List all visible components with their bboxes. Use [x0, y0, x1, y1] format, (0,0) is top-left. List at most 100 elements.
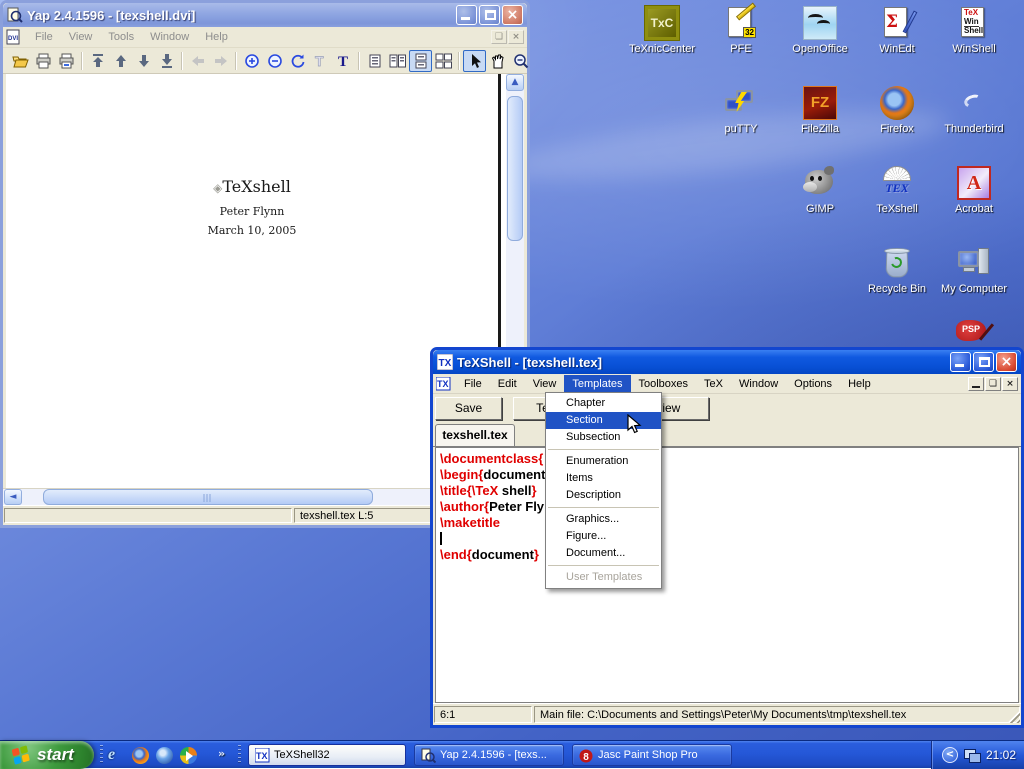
scroll-up-button[interactable]: ▲: [506, 74, 524, 91]
hand-tool-icon[interactable]: [486, 50, 509, 72]
mouse-cursor: [626, 414, 644, 434]
texshell-mdi-restore-button[interactable]: ❏: [985, 377, 1001, 391]
view-continuous-icon[interactable]: [409, 50, 432, 72]
texshell-menu-edit[interactable]: Edit: [490, 375, 525, 393]
texshell-menu-options[interactable]: Options: [786, 375, 840, 393]
texshell-maximize-button[interactable]: [973, 352, 994, 372]
desktop-icon-winedt[interactable]: ΣWinEdt: [859, 6, 935, 55]
editor-line-7[interactable]: \end{document}: [440, 547, 1018, 563]
scroll-left-button[interactable]: ◄: [4, 489, 22, 505]
desktop-icon-firefox[interactable]: Firefox: [859, 86, 935, 135]
zoom-out-icon[interactable]: [263, 50, 286, 72]
start-button[interactable]: start: [0, 741, 94, 769]
yap-menu-file[interactable]: File: [27, 28, 61, 46]
save-button[interactable]: Save: [435, 397, 502, 420]
desktop-icon-winshell[interactable]: TeXWinShellWinShell: [936, 6, 1012, 55]
desktop-icon-putty[interactable]: puTTY: [703, 86, 779, 135]
page-next-icon[interactable]: [132, 50, 155, 72]
yap-minimize-button[interactable]: [456, 5, 477, 25]
view-continuous-double-icon[interactable]: [432, 50, 455, 72]
desktop-icon-pfe[interactable]: 32PFE: [703, 6, 779, 55]
texshell-minimize-button[interactable]: [950, 352, 971, 372]
texshell-close-button[interactable]: ×: [996, 352, 1017, 372]
text-mode-icon[interactable]: T: [332, 50, 355, 72]
open-icon[interactable]: [9, 50, 32, 72]
yap-menu-help[interactable]: Help: [197, 28, 236, 46]
desktop-icon-recyclebin[interactable]: Recycle Bin: [859, 246, 935, 295]
editor-line-2[interactable]: \begin{document}: [440, 467, 1018, 483]
quicklaunch-media-player-icon[interactable]: [180, 747, 197, 764]
yap-menu-tools[interactable]: Tools: [100, 28, 142, 46]
desktop-icon-mycomputer[interactable]: My Computer: [936, 246, 1012, 295]
texshell-menu-tex[interactable]: TeX: [696, 375, 731, 393]
desktop-icon-acrobat[interactable]: AAcrobat: [936, 166, 1012, 215]
vertical-scroll-thumb[interactable]: [507, 96, 523, 241]
menu-item-document[interactable]: Document...: [546, 545, 661, 562]
texshell-menu-window[interactable]: Window: [731, 375, 786, 393]
print-page-icon[interactable]: [55, 50, 78, 72]
yap-menu-view[interactable]: View: [61, 28, 101, 46]
tab-texshell-tex[interactable]: texshell.tex: [435, 424, 515, 447]
taskbar-divider[interactable]: [238, 745, 241, 765]
texshell-editor[interactable]: \documentclass{\begin{document}\title{\T…: [435, 447, 1019, 703]
texshell-menu-file[interactable]: File: [456, 375, 490, 393]
resize-grip[interactable]: [1007, 710, 1020, 723]
view-double-icon[interactable]: [386, 50, 409, 72]
taskbar-task-psp[interactable]: 8Jasc Paint Shop Pro: [572, 744, 732, 766]
desktop-icon-texshell[interactable]: TEXTeXshell: [859, 166, 935, 215]
yap-menu-window[interactable]: Window: [142, 28, 197, 46]
quicklaunch-firefox-icon[interactable]: [132, 747, 149, 764]
editor-line-6[interactable]: [440, 531, 1018, 547]
desktop-icon-thunderbird[interactable]: Thunderbird: [936, 86, 1012, 135]
desktop-icon-filezilla[interactable]: FZFileZilla: [782, 86, 858, 135]
forward-icon[interactable]: [209, 50, 232, 72]
menu-item-enumeration[interactable]: Enumeration: [546, 453, 661, 470]
yap-titlebar[interactable]: Yap 2.4.1596 - [texshell.dvi] ×: [3, 3, 527, 27]
taskbar-task-texshell[interactable]: TXTeXShell32: [248, 744, 406, 766]
tray-collapse-chevron[interactable]: <: [942, 747, 958, 763]
desktop-icon-texniccenter[interactable]: TxCTeXnicCenter: [624, 6, 700, 55]
page-first-icon[interactable]: [86, 50, 109, 72]
magnify-tool-icon[interactable]: [509, 50, 532, 72]
texshell-menu-templates[interactable]: Templates: [564, 375, 630, 393]
texshell-menu-toolboxes[interactable]: Toolboxes: [631, 375, 697, 393]
yap-close-button[interactable]: ×: [502, 5, 523, 25]
menu-item-graphics[interactable]: Graphics...: [546, 511, 661, 528]
back-icon[interactable]: [186, 50, 209, 72]
quicklaunch-thunderbird-icon[interactable]: [156, 747, 173, 764]
texshell-mdi-close-button[interactable]: ×: [1002, 377, 1018, 391]
texshell-menu-view[interactable]: View: [525, 375, 565, 393]
page-last-icon[interactable]: [155, 50, 178, 72]
menu-item-description[interactable]: Description: [546, 487, 661, 504]
desktop-icon-openoffice[interactable]: OpenOffice: [782, 6, 858, 55]
texshell-menu-help[interactable]: Help: [840, 375, 879, 393]
refresh-icon[interactable]: [286, 50, 309, 72]
editor-line-1[interactable]: \documentclass{: [440, 451, 1018, 467]
select-tool-icon[interactable]: [463, 50, 486, 72]
network-tray-icon[interactable]: [964, 749, 980, 762]
page-prev-icon[interactable]: [109, 50, 132, 72]
taskbar-divider[interactable]: [100, 745, 103, 765]
editor-line-3[interactable]: \title{\TeX shell}: [440, 483, 1018, 499]
yap-mdi-close-button[interactable]: ×: [508, 30, 524, 44]
yap-maximize-button[interactable]: [479, 5, 500, 25]
quicklaunch-internet-explorer-icon[interactable]: e: [108, 747, 125, 764]
texshell-titlebar[interactable]: TX TeXShell - [texshell.tex] ×: [433, 350, 1021, 374]
yap-mdi-restore-button[interactable]: ❏: [491, 30, 507, 44]
menu-item-chapter[interactable]: Chapter: [546, 395, 661, 412]
zoom-in-icon[interactable]: [240, 50, 263, 72]
view-single-icon[interactable]: [363, 50, 386, 72]
quicklaunch-overflow-chevron[interactable]: »: [218, 747, 225, 760]
menu-item-figure[interactable]: Figure...: [546, 528, 661, 545]
ruler-icon[interactable]: T: [309, 50, 332, 72]
editor-line-4[interactable]: \author{Peter Fly: [440, 499, 1018, 515]
horizontal-scroll-thumb[interactable]: [43, 489, 373, 505]
menu-item-items[interactable]: Items: [546, 470, 661, 487]
desktop-icon-gimp[interactable]: GIMP: [782, 166, 858, 215]
editor-line-5[interactable]: \maketitle: [440, 515, 1018, 531]
texshell-mdi-minimize-button[interactable]: [968, 377, 984, 391]
texshell-status-mainfile: Main file: C:\Documents and Settings\Pet…: [534, 706, 1020, 723]
print-icon[interactable]: [32, 50, 55, 72]
taskbar-task-yap[interactable]: Yap 2.4.1596 - [texs...: [414, 744, 564, 766]
icon-label: TeXnicCenter: [624, 43, 700, 55]
